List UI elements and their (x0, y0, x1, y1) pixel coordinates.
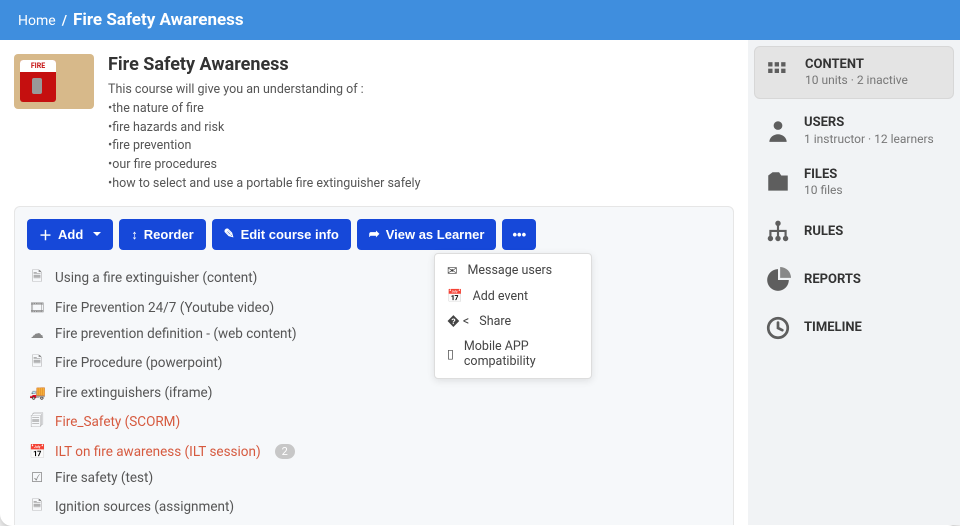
sidebar-title: CONTENT (805, 57, 908, 73)
course-header: FIRE Fire Safety Awareness This course w… (14, 54, 734, 194)
content-icon (765, 59, 793, 87)
unit-item[interactable]: ★Fire awareness (survey) (27, 524, 721, 526)
popup-mobile[interactable]: ▯ Mobile APP compatibility (435, 334, 591, 374)
content-panel: ＋ Add ↕ Reorder ✎ Edit course info ➦ Vie… (14, 206, 734, 526)
popup-share[interactable]: � < Share (435, 309, 591, 334)
popup-mobile-label: Mobile APP compatibility (464, 339, 579, 369)
unit-badge: 2 (275, 444, 295, 459)
edit-label: Edit course info (241, 227, 339, 242)
mobile-icon: ▯ (447, 346, 454, 362)
ellipsis-icon: ••• (512, 227, 526, 242)
breadcrumb-title: Fire Safety Awareness (73, 10, 244, 30)
course-bullet: •the nature of fire (108, 100, 421, 119)
sidebar-item-rules[interactable]: RULES (748, 208, 960, 256)
truck-icon: 🚚 (29, 385, 45, 401)
doc-icon: 🗎 (29, 352, 45, 375)
popup-message-users-label: Message users (467, 263, 552, 278)
sidebar-title: REPORTS (804, 272, 861, 288)
video-icon: 🎞 (29, 300, 45, 316)
sidebar-title: RULES (804, 224, 843, 240)
cloud-icon: ☁ (29, 326, 45, 342)
unit-label: Fire Prevention 24/7 (Youtube video) (55, 300, 274, 316)
unit-label: Fire safety (test) (55, 470, 153, 486)
toolbar: ＋ Add ↕ Reorder ✎ Edit course info ➦ Vie… (27, 219, 721, 250)
sidebar-item-users[interactable]: USERS1 instructor · 12 learners (748, 105, 960, 156)
unit-label: Fire_Safety (SCORM) (55, 414, 180, 430)
add-label: Add (58, 227, 83, 242)
reorder-icon: ↕ (131, 227, 138, 242)
sidebar-item-files[interactable]: FILES10 files (748, 157, 960, 208)
course-bullets: •the nature of fire•fire hazards and ris… (108, 100, 421, 194)
breadcrumb-sep: / (62, 13, 67, 29)
rules-icon (764, 218, 792, 246)
view-label: View as Learner (386, 227, 485, 242)
popup-add-event[interactable]: 📅 Add event (435, 284, 591, 309)
unit-item[interactable]: 🎞 Fire Prevention 24/7 (Youtube video) (27, 295, 721, 321)
sidebar: CONTENT10 units · 2 inactive USERS1 instr… (748, 40, 960, 525)
unit-item[interactable]: 🗎 Ignition sources (assignment) (27, 491, 721, 524)
more-popup: ✉ Message users 📅 Add event � < Share ▯ … (434, 253, 592, 379)
unit-label: Using a fire extinguisher (content) (55, 270, 257, 286)
unit-item[interactable]: 🚚 Fire extinguishers (iframe) (27, 380, 721, 406)
files-icon (764, 168, 792, 196)
course-bullet: •fire hazards and risk (108, 119, 421, 138)
unit-label: Fire extinguishers (iframe) (55, 385, 212, 401)
course-bullet: •our fire procedures (108, 156, 421, 175)
course-thumb-label: FIRE (20, 60, 56, 72)
sidebar-title: USERS (804, 115, 934, 131)
users-icon (764, 117, 792, 145)
share-icon: � < (447, 314, 469, 329)
reports-icon (764, 266, 792, 294)
course-thumbnail: FIRE (14, 54, 94, 109)
sidebar-title: TIMELINE (804, 320, 862, 336)
scorm-icon: 🗐 (29, 411, 45, 434)
breadcrumb-home[interactable]: Home (18, 13, 56, 29)
share-arrow-icon: ➦ (369, 226, 380, 242)
unit-list: 🗎 Using a fire extinguisher (content) 🎞 Fir… (27, 262, 721, 526)
unit-item[interactable]: ☑ Fire safety (test) (27, 465, 721, 491)
more-button[interactable]: ••• (502, 219, 536, 250)
course-intro: This course will give you an understandi… (108, 81, 421, 100)
sidebar-title: FILES (804, 167, 843, 183)
unit-label: Fire Procedure (powerpoint) (55, 355, 223, 371)
timeline-icon (764, 314, 792, 342)
unit-item[interactable]: 🗎 Using a fire extinguisher (content) (27, 262, 721, 295)
doc-icon: 🗎 (29, 267, 45, 290)
envelope-icon: ✉ (447, 263, 457, 279)
check-icon: ☑ (29, 470, 45, 486)
calendar-icon: 📅 (447, 289, 463, 304)
reorder-label: Reorder (144, 227, 194, 242)
breadcrumb: Home / Fire Safety Awareness (0, 0, 960, 40)
sidebar-sub: 1 instructor · 12 learners (804, 132, 934, 147)
unit-label: Ignition sources (assignment) (55, 499, 234, 515)
popup-message-users[interactable]: ✉ Message users (435, 258, 591, 284)
sidebar-item-reports[interactable]: REPORTS (748, 256, 960, 304)
pencil-icon: ✎ (224, 226, 235, 242)
page-icon: 🗎 (29, 496, 45, 519)
plus-icon: ＋ (39, 225, 52, 244)
view-as-learner-button[interactable]: ➦ View as Learner (357, 219, 497, 250)
unit-item[interactable]: 📅 ILT on fire awareness (ILT session) 2 (27, 439, 721, 465)
edit-course-button[interactable]: ✎ Edit course info (212, 219, 351, 250)
unit-label: ILT on fire awareness (ILT session) (55, 444, 261, 460)
popup-share-label: Share (479, 314, 511, 329)
unit-label: Fire prevention definition - (web conten… (55, 326, 297, 342)
sidebar-sub: 10 files (804, 183, 843, 198)
unit-item[interactable]: 🗎 Fire Procedure (powerpoint) (27, 347, 721, 380)
course-bullet: •how to select and use a portable fire e… (108, 175, 421, 194)
add-button[interactable]: ＋ Add (27, 219, 113, 250)
popup-add-event-label: Add event (473, 289, 529, 304)
reorder-button[interactable]: ↕ Reorder (119, 219, 205, 250)
sidebar-item-timeline[interactable]: TIMELINE (748, 304, 960, 352)
course-title: Fire Safety Awareness (108, 54, 421, 75)
unit-item[interactable]: 🗐 Fire_Safety (SCORM) (27, 406, 721, 439)
unit-item[interactable]: ☁ Fire prevention definition - (web conte… (27, 321, 721, 347)
sidebar-item-content[interactable]: CONTENT10 units · 2 inactive (754, 46, 954, 99)
course-bullet: •fire prevention (108, 137, 421, 156)
sidebar-sub: 10 units · 2 inactive (805, 73, 908, 88)
calendar-icon: 📅 (29, 444, 45, 460)
